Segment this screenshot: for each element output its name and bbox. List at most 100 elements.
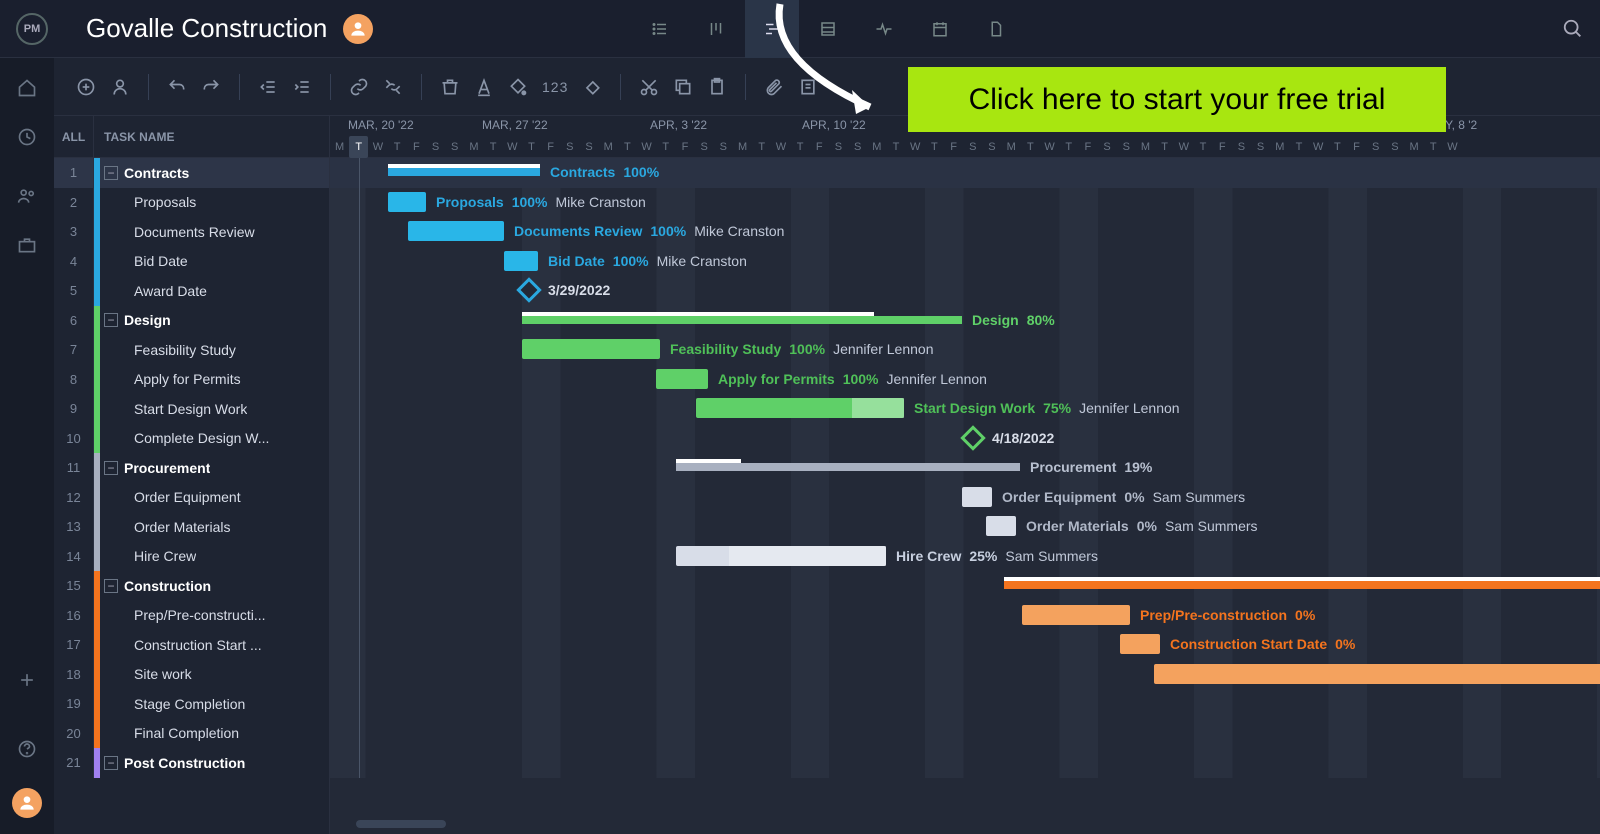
note-icon[interactable] (798, 77, 818, 97)
task-row[interactable]: 5Award Date (54, 276, 329, 306)
view-sheet-icon[interactable] (801, 0, 855, 58)
gantt-bar[interactable] (1154, 664, 1600, 684)
task-row[interactable]: 10Complete Design W... (54, 424, 329, 454)
team-icon[interactable] (17, 186, 37, 211)
outdent-icon[interactable] (258, 77, 278, 97)
gantt-bar[interactable]: Bid Date100%Mike Cranston (504, 251, 747, 271)
task-bar[interactable] (522, 339, 660, 359)
briefcase-icon[interactable] (17, 235, 37, 260)
gantt-chart[interactable]: MAR, 20 '22MAR, 27 '22APR, 3 '22APR, 10 … (330, 116, 1600, 834)
profile-avatar[interactable] (12, 788, 42, 818)
task-bar[interactable] (408, 221, 504, 241)
task-row[interactable]: 11−Procurement (54, 453, 329, 483)
task-bar[interactable] (504, 251, 538, 271)
summary-bar[interactable] (388, 168, 540, 176)
horizontal-scrollbar[interactable] (356, 820, 446, 828)
task-row[interactable]: 17Construction Start ... (54, 630, 329, 660)
task-row[interactable]: 6−Design (54, 306, 329, 336)
link-icon[interactable] (349, 77, 369, 97)
undo-icon[interactable] (167, 77, 187, 97)
task-row[interactable]: 20Final Completion (54, 719, 329, 749)
collapse-icon[interactable]: − (104, 461, 118, 475)
collapse-icon[interactable]: − (104, 579, 118, 593)
view-list-icon[interactable] (633, 0, 687, 58)
unlink-icon[interactable] (383, 77, 403, 97)
cta-banner[interactable]: Click here to start your free trial (908, 67, 1446, 132)
user-avatar[interactable] (343, 14, 373, 44)
gantt-bar[interactable]: Hire Crew25%Sam Summers (676, 546, 1098, 566)
gantt-bar[interactable]: Feasibility Study100%Jennifer Lennon (522, 339, 933, 359)
gantt-bar[interactable]: Contracts100% (388, 162, 659, 182)
gantt-bar[interactable]: Construction Start Date0% (1120, 634, 1355, 654)
task-bar[interactable] (676, 546, 886, 566)
text-style-icon[interactable] (474, 77, 494, 97)
task-row[interactable]: 14Hire Crew (54, 542, 329, 572)
task-row[interactable]: 12Order Equipment (54, 483, 329, 513)
task-row[interactable]: 8Apply for Permits (54, 365, 329, 395)
task-row[interactable]: 4Bid Date (54, 247, 329, 277)
paste-icon[interactable] (707, 77, 727, 97)
gantt-bar[interactable]: 4/18/2022 (964, 428, 1054, 448)
gantt-bar[interactable]: Start Design Work75%Jennifer Lennon (696, 398, 1180, 418)
task-bar[interactable] (1154, 664, 1600, 684)
home-icon[interactable] (17, 78, 37, 103)
attach-icon[interactable] (764, 77, 784, 97)
redo-icon[interactable] (201, 77, 221, 97)
delete-icon[interactable] (440, 77, 460, 97)
search-icon[interactable] (1562, 18, 1584, 40)
task-row[interactable]: 3Documents Review (54, 217, 329, 247)
task-row[interactable]: 19Stage Completion (54, 689, 329, 719)
gantt-bar[interactable]: Documents Review100%Mike Cranston (408, 221, 784, 241)
task-bar[interactable] (986, 516, 1016, 536)
fill-color-icon[interactable] (508, 77, 528, 97)
view-gantt-icon[interactable] (745, 0, 799, 58)
task-row[interactable]: 2Proposals (54, 188, 329, 218)
view-activity-icon[interactable] (857, 0, 911, 58)
task-row[interactable]: 9Start Design Work (54, 394, 329, 424)
copy-icon[interactable] (673, 77, 693, 97)
app-logo[interactable]: PM (16, 13, 48, 45)
gantt-bar[interactable]: Procurement19% (676, 457, 1152, 477)
gantt-bar[interactable]: Order Equipment0%Sam Summers (962, 487, 1245, 507)
task-row[interactable]: 7Feasibility Study (54, 335, 329, 365)
collapse-icon[interactable]: − (104, 166, 118, 180)
summary-bar[interactable] (676, 463, 1020, 471)
task-row[interactable]: 13Order Materials (54, 512, 329, 542)
task-row[interactable]: 21−Post Construction (54, 748, 329, 778)
add-task-icon[interactable] (76, 77, 96, 97)
col-name-header[interactable]: TASK NAME (94, 130, 174, 144)
summary-bar[interactable] (1004, 581, 1600, 589)
cut-icon[interactable] (639, 77, 659, 97)
milestone-icon[interactable] (582, 77, 602, 97)
task-row[interactable]: 18Site work (54, 660, 329, 690)
indent-icon[interactable] (292, 77, 312, 97)
view-file-icon[interactable] (969, 0, 1023, 58)
task-bar[interactable] (962, 487, 992, 507)
gantt-bar[interactable]: Design80% (522, 310, 1055, 330)
task-bar[interactable] (388, 192, 426, 212)
task-row[interactable]: 16Prep/Pre-constructi... (54, 601, 329, 631)
task-row[interactable]: 15−Construction (54, 571, 329, 601)
collapse-icon[interactable]: − (104, 756, 118, 770)
recent-icon[interactable] (17, 127, 37, 152)
gantt-bar[interactable]: Proposals100%Mike Cranston (388, 192, 646, 212)
collapse-icon[interactable]: − (104, 313, 118, 327)
gantt-bar[interactable]: 3/29/2022 (520, 280, 610, 300)
summary-bar[interactable] (522, 316, 962, 324)
gantt-bar[interactable] (1004, 575, 1600, 595)
number-format-icon[interactable]: 123 (542, 79, 568, 95)
help-icon[interactable] (17, 739, 37, 764)
milestone-diamond[interactable] (960, 425, 985, 450)
view-calendar-icon[interactable] (913, 0, 967, 58)
task-bar[interactable] (1022, 605, 1130, 625)
milestone-diamond[interactable] (516, 277, 541, 302)
col-all-header[interactable]: ALL (54, 116, 94, 157)
gantt-bar[interactable]: Order Materials0%Sam Summers (986, 516, 1258, 536)
task-bar[interactable] (1120, 634, 1160, 654)
gantt-bar[interactable]: Prep/Pre-construction0% (1022, 605, 1315, 625)
task-bar[interactable] (696, 398, 904, 418)
task-row[interactable]: 1−Contracts (54, 158, 329, 188)
view-board-icon[interactable] (689, 0, 743, 58)
gantt-bar[interactable]: Apply for Permits100%Jennifer Lennon (656, 369, 987, 389)
add-icon[interactable] (17, 670, 37, 695)
